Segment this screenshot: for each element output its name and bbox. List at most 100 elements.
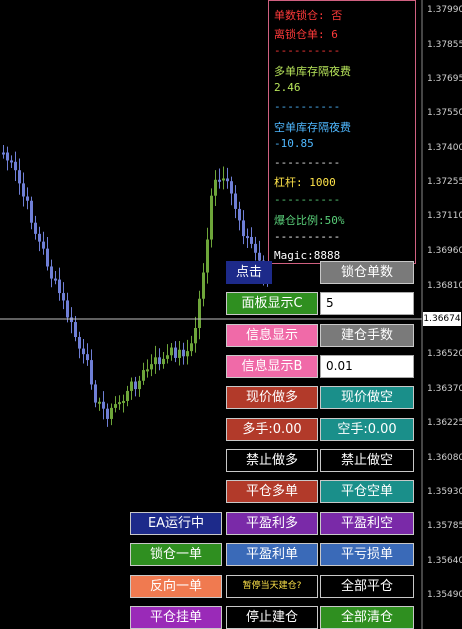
candle-body [38,233,41,242]
candle-body [146,369,149,372]
candle-body [226,178,229,182]
candle-body [26,196,29,201]
price-tick-label: 1.37550 [427,108,462,118]
price-tick-label: 1.37855 [427,40,462,50]
ea-running-button[interactable]: EA运行中 [130,512,222,535]
panel-c-input[interactable]: 5 [320,292,414,315]
price-tick-label: 1.36370 [427,384,462,394]
close-profit-long-button[interactable]: 平盈利多 [226,512,318,535]
price-tick-label: 1.36810 [427,281,462,291]
candle-body [258,252,261,261]
close-profit-short-button[interactable]: 平盈利空 [320,512,414,535]
candle-body [42,241,45,249]
price-tick-label: 1.35640 [427,556,462,566]
candle-body [214,179,217,196]
candle-body [74,322,77,338]
long-lots-display: 多手:0.00 [226,418,318,441]
candle-body [58,279,61,294]
candle-body [170,347,173,356]
price-tick-label: 1.36080 [427,453,462,463]
reverse-one-button[interactable]: 反向一单 [130,575,222,598]
candle-body [222,178,225,181]
candle-body [14,161,17,171]
info-line: ---------- [274,193,341,206]
panel-show-c-button[interactable]: 面板显示C [226,292,318,315]
lock-one-button[interactable]: 锁仓一单 [130,543,222,566]
candle-body [242,220,245,237]
click-button[interactable]: 点击 [226,261,272,284]
clear-all-button[interactable]: 全部清仓 [320,606,414,629]
lock-count-button[interactable]: 锁仓单数 [320,261,414,284]
candle-body [22,183,25,197]
candle-body [130,381,133,391]
candle-body [122,400,125,403]
price-tick-label: 1.36225 [427,418,462,428]
no-short-button[interactable]: 禁止做空 [320,449,414,472]
candle-body [50,266,53,279]
candle-body [150,364,153,370]
info-line: 离锁仓单: 6 [274,27,338,41]
info-line: 空单库存隔夜费 [274,120,351,134]
info-line: ---------- [274,155,341,169]
info-line: 多单库存隔夜费 [274,64,351,78]
info-line: 2.46 [274,81,301,95]
market-buy-button[interactable]: 现价做多 [226,386,318,409]
candle-body [198,298,201,329]
candle-body [2,152,5,155]
candle-body [162,358,165,365]
candle-body [218,179,221,182]
candle-body [66,300,69,318]
candle-body [94,384,97,403]
info-line: -10.85 [274,137,314,151]
candle-body [98,401,101,404]
candle-body [250,236,253,244]
close-short-button[interactable]: 平仓空单 [320,480,414,503]
candle-body [142,370,145,381]
candle-body [90,360,93,385]
pause-today-button[interactable]: 暂停当天建仓? [226,575,318,598]
close-loss-button[interactable]: 平亏损单 [320,543,414,566]
candle-series [2,145,269,427]
candle-body [62,293,65,301]
close-long-button[interactable]: 平仓多单 [226,480,318,503]
short-lots-display: 空手:0.00 [320,418,414,441]
info-show-b-button[interactable]: 信息显示B [226,355,318,378]
info-line: 杠杆: 1000 [274,176,336,190]
info-show-button[interactable]: 信息显示 [226,324,318,347]
price-tick-label: 1.37110 [427,211,462,221]
candle-body [106,408,109,419]
candle-body [234,193,237,209]
candle-body [86,354,89,361]
build-lots-input[interactable]: 0.01 [320,355,414,378]
candle-body [166,355,169,359]
candle-body [78,337,81,349]
price-tick-label: 1.36520 [427,349,462,359]
stop-build-button[interactable]: 停止建仓 [226,606,318,629]
close-all-button[interactable]: 全部平仓 [320,575,414,598]
candle-body [46,248,49,267]
candle-body [126,390,129,401]
price-tick-label: 1.37400 [427,143,462,153]
info-line: ---------- [274,100,341,113]
price-tick-label: 1.36960 [427,246,462,256]
close-pending-button[interactable]: 平仓挂单 [130,606,222,629]
no-long-button[interactable]: 禁止做多 [226,449,318,472]
candle-body [174,347,177,358]
candle-body [194,328,197,344]
candle-body [118,402,121,405]
market-sell-button[interactable]: 现价做空 [320,386,414,409]
price-tick-label: 1.35785 [427,521,462,531]
close-profit-button[interactable]: 平盈利单 [226,543,318,566]
candle-body [230,181,233,194]
info-line: ---------- [274,44,341,58]
candle-body [190,343,193,352]
candle-body [254,243,257,253]
price-tick-label: 1.37990 [427,5,462,15]
candle-body [110,407,113,419]
candle-body [18,170,21,184]
build-lots-button[interactable]: 建仓手数 [320,324,414,347]
candle-body [82,348,85,355]
candle-body [70,317,73,323]
candle-body [134,381,137,390]
candle-body [210,195,213,240]
